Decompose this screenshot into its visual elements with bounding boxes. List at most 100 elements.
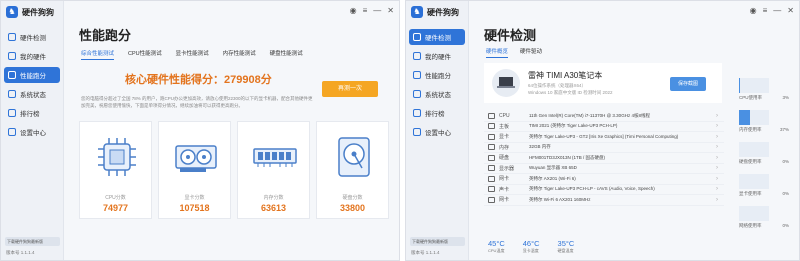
usage-fill (739, 110, 751, 125)
spec-row-network[interactable]: 网卡 英特尔 AX201 (Wi-Fi 6) › (484, 174, 724, 185)
hard-disk-icon (338, 137, 370, 177)
monitor-icon (8, 33, 16, 41)
benchmark-tabs: 综合性能测试 CPU性能测试 显卡性能测试 内存性能测试 硬盘性能测试 (81, 49, 303, 60)
sidebar-item-my-hardware[interactable]: 我的硬件 (409, 48, 465, 64)
sidebar-nav: 硬件检测 我的硬件 性能跑分 系统状态 排行榜 设置中心 (1, 29, 63, 140)
spec-row-memory[interactable]: 内存 32GB 内存 › (484, 143, 724, 153)
spec-value: TIMI 2021 (英特尔 Tiger Lake-UP3 PCH-LP) (529, 123, 618, 129)
retest-button[interactable]: 再测一次 (322, 81, 378, 97)
chevron-right-icon: › (716, 165, 718, 172)
temp-value: 45°C (488, 239, 505, 248)
menu-icon[interactable]: ≡ (763, 7, 768, 15)
temp-label: 显卡温度 (522, 248, 539, 253)
tab-overview[interactable]: 硬件概览 (486, 47, 509, 58)
sidebar-item-my-hardware[interactable]: 我的硬件 (4, 48, 60, 64)
sidebar-item-system-status[interactable]: 系统状态 (409, 86, 465, 102)
tab-memory[interactable]: 内存性能测试 (223, 49, 256, 60)
brand-name: 硬件狗狗 (22, 7, 54, 17)
tab-gpu[interactable]: 显卡性能测试 (176, 49, 209, 60)
download-banner[interactable]: 下载硬件狗狗最新版 (5, 237, 60, 246)
spec-value: 英特尔 Tiger Lake-UP3 PCH-LP - cAVS (Audio,… (529, 186, 655, 192)
spec-row-display[interactable]: 显示器 Wuyuan 显示器 XB 65D › (484, 164, 724, 174)
usage-item: CPU使用率 3% (739, 78, 789, 101)
sidebar-item-system-status[interactable]: 系统状态 (4, 86, 60, 102)
spec-row-gpu[interactable]: 显卡 英特尔 Tiger Lake-UP3 - GT2 [Iris Xe Grap… (484, 132, 724, 143)
gpu-temp: 46°C 显卡温度 (523, 239, 540, 254)
device-name: 雷神 TIMI A30笔记本 (528, 71, 603, 80)
chevron-right-icon: › (716, 133, 718, 140)
sidebar-item-label: 性能跑分 (425, 73, 451, 80)
usage-item: 硬盘使用率 0% (739, 142, 789, 165)
temp-value: 35°C (557, 239, 575, 248)
spec-row-motherboard[interactable]: 主板 TIMI 2021 (英特尔 Tiger Lake-UP3 PCH-LP) › (484, 122, 724, 132)
usage-bar (739, 110, 769, 125)
spec-value: HFM001TD3JX013N (1TB / 固态硬盘) (529, 154, 606, 160)
sidebar-item-hardware-detect[interactable]: 硬件检测 (409, 29, 465, 45)
close-icon[interactable]: ✕ (787, 7, 794, 15)
usage-value: 37% (779, 127, 789, 132)
download-banner[interactable]: 下载硬件狗狗最新版 (410, 237, 465, 246)
card-label: 硬盘分数 (342, 195, 363, 201)
spec-label: 网卡 (499, 176, 510, 183)
chevron-right-icon: › (716, 175, 718, 182)
save-screenshot-button[interactable]: 保存截图 (670, 77, 706, 91)
spec-row-disk[interactable]: 硬盘 HFM001TD3JX013N (1TB / 固态硬盘) › (484, 153, 724, 164)
app-logo-icon: ♞ (411, 6, 423, 18)
user-icon[interactable]: ◉ (350, 7, 357, 15)
device-icon (8, 52, 16, 60)
spec-row-audio[interactable]: 声卡 英特尔 Tiger Lake-UP3 PCH-LP - cAVS (Audi… (484, 185, 724, 195)
sidebar-item-benchmark[interactable]: 性能跑分 (409, 67, 465, 83)
user-icon[interactable]: ◉ (750, 7, 757, 15)
device-info: Windows 10 家庭中文版 ID 检测时间 2022 (528, 90, 613, 95)
version-label: 版本号 1.1.1.4 (6, 250, 35, 255)
sidebar-item-hardware-detect[interactable]: 硬件检测 (4, 29, 60, 45)
spec-row-wifi[interactable]: 网卡 英特尔 Wi-Fi 6 AX201 160MHz › (484, 195, 724, 206)
memory-module-icon (253, 148, 297, 167)
usage-value: 0% (782, 159, 789, 164)
chevron-right-icon: › (716, 186, 718, 193)
menu-icon[interactable]: ≡ (363, 7, 368, 15)
speedometer-icon (413, 71, 421, 79)
motherboard-icon (488, 123, 495, 130)
memory-score-card: 内存分数 63613 (237, 121, 310, 219)
tab-disk[interactable]: 硬盘性能测试 (270, 49, 303, 60)
sidebar-item-label: 设置中心 (425, 130, 451, 137)
tab-overall[interactable]: 综合性能测试 (81, 49, 115, 60)
sidebar-item-benchmark[interactable]: 性能跑分 (4, 67, 60, 83)
card-value: 63613 (260, 203, 287, 213)
usage-fill (739, 78, 740, 93)
monitor-icon (488, 165, 495, 172)
status-icon (413, 90, 421, 98)
spec-list: CPU 11th Gen Intel(R) Core(TM) i7-11370H … (484, 111, 724, 206)
sidebar-item-settings[interactable]: 设置中心 (409, 124, 465, 140)
monitor-icon (413, 33, 421, 41)
tab-drivers[interactable]: 硬件驱动 (520, 47, 542, 58)
chevron-right-icon: › (716, 123, 718, 130)
close-icon[interactable]: ✕ (387, 7, 394, 15)
usage-label: CPU使用率 (739, 95, 763, 100)
spec-row-cpu[interactable]: CPU 11th Gen Intel(R) Core(TM) i7-11370H … (484, 111, 724, 122)
sidebar-item-settings[interactable]: 设置中心 (4, 124, 60, 140)
sidebar-item-ranking[interactable]: 排行榜 (409, 105, 465, 121)
graphics-card-icon (175, 145, 217, 172)
sidebar-item-ranking[interactable]: 排行榜 (4, 105, 60, 121)
usage-label: 硬盘使用率 (739, 159, 762, 164)
sidebar-item-label: 硬件检测 (425, 35, 451, 42)
usage-item: 显卡使用率 0% (739, 174, 789, 197)
cpu-chip-icon (98, 138, 136, 176)
usage-bar (739, 142, 769, 157)
window-controls: ◉ ≡ — ✕ (350, 7, 394, 15)
card-label: 内存分数 (263, 195, 284, 201)
app-logo-icon: ♞ (6, 6, 18, 18)
hardware-detect-window: ♞ 硬件狗狗 硬件检测 我的硬件 性能跑分 系统状态 排行榜 设置中心 下载硬件… (405, 0, 800, 261)
spec-value: 32GB 内存 (529, 144, 551, 150)
tab-cpu[interactable]: CPU性能测试 (128, 49, 162, 60)
spec-value: 英特尔 Tiger Lake-UP3 - GT2 [Iris Xe Graphi… (529, 133, 679, 139)
device-icon (413, 52, 421, 60)
gpu-score-card: 显卡分数 107518 (158, 121, 231, 219)
gear-icon (413, 128, 421, 136)
usage-label: 显卡使用率 (739, 191, 762, 196)
sidebar: ♞ 硬件狗狗 硬件检测 我的硬件 性能跑分 系统状态 排行榜 设置中心 下载硬件… (1, 1, 64, 260)
minimize-icon[interactable]: — (773, 7, 781, 15)
minimize-icon[interactable]: — (373, 7, 381, 15)
